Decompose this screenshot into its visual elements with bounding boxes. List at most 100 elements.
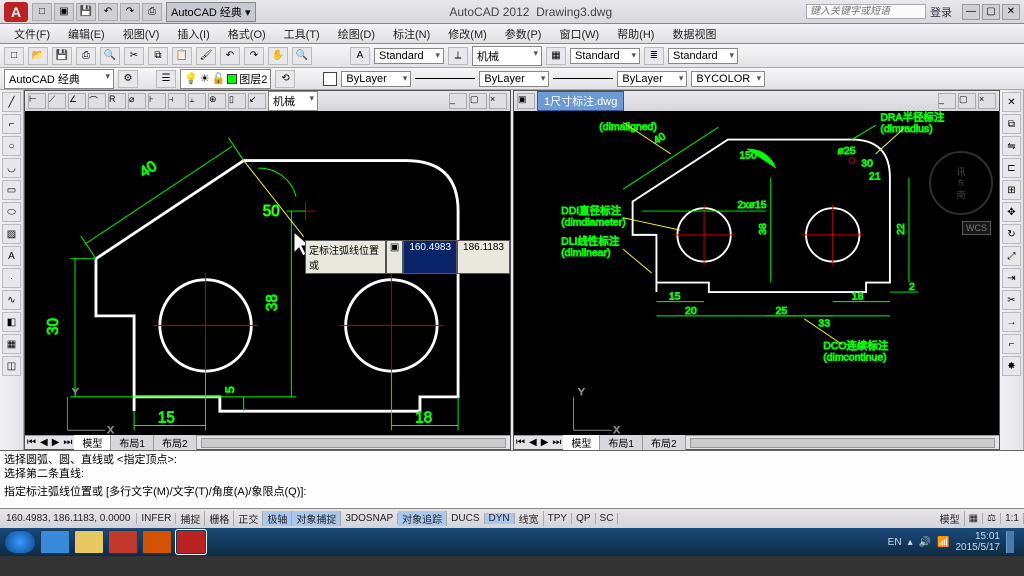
workspace-drop[interactable]: AutoCAD 经典 ▾ [166,2,256,22]
plot-icon[interactable]: ⎙ [76,47,96,65]
vp2-canvas[interactable]: (dimaligned) DRA半径标注 (dimradius) DDI直径标注… [514,111,999,435]
menu-dataview[interactable]: 数据视图 [664,24,724,44]
dimlin-icon[interactable]: ⊢ [28,93,46,109]
spline-icon[interactable]: ∿ [2,290,21,310]
start-button[interactable] [4,530,36,554]
mlstyle-icon[interactable]: ≣ [644,47,664,65]
vp2-tab-next-icon[interactable]: ▶ [539,437,551,448]
toggle-grid[interactable]: 栅格 [205,511,234,526]
leader-icon[interactable]: ↙ [248,93,266,109]
qat-redo-icon[interactable]: ↷ [120,3,140,21]
new-icon[interactable]: □ [4,47,24,65]
dimstyle-icon[interactable]: ⟂ [448,47,468,65]
qat-open-icon[interactable]: ▣ [54,3,74,21]
table-icon[interactable]: ▦ [2,334,21,354]
layer-prev-icon[interactable]: ⟲ [275,70,295,88]
toggle-sc[interactable]: SC [596,513,619,524]
cut-icon[interactable]: ✂ [124,47,144,65]
vp1-dimstyle[interactable]: 机械 [268,91,318,111]
qat-print-icon[interactable]: ⎙ [142,3,162,21]
task-ie-icon[interactable] [40,530,70,554]
fillet-icon[interactable]: ⌐ [1002,334,1021,354]
workspace-select[interactable]: AutoCAD 经典 [4,69,114,89]
task-app1-icon[interactable] [142,530,172,554]
vp2-tab-prev-icon[interactable]: ◀ [527,437,539,448]
vp2-tab-model[interactable]: 模型 [563,435,600,450]
block-icon[interactable]: ◫ [2,356,21,376]
viewcube-widget[interactable]: 讯东南 [929,151,993,215]
stretch-icon[interactable]: ⇥ [1002,268,1021,288]
status-scale-icon[interactable]: 1:1 [1001,513,1024,524]
vp2-close-icon[interactable]: × [978,93,996,109]
vp1-tab-last-icon[interactable]: ⏭ [61,437,74,448]
dimdia-icon[interactable]: ⌀ [128,93,146,109]
dimcont-icon[interactable]: ⫠ [188,93,206,109]
offset-icon[interactable]: ⊏ [1002,158,1021,178]
vp2-tab-layout2[interactable]: 布局2 [643,435,686,450]
tray-lang[interactable]: EN [888,537,902,548]
hatch-icon[interactable]: ▨ [2,224,21,244]
maximize-icon[interactable]: ▢ [982,4,1000,20]
task-autocad-icon[interactable] [176,530,206,554]
clock-time[interactable]: 15:01 [975,531,1000,542]
qat-new-icon[interactable]: □ [32,3,52,21]
dimstyle-drop[interactable]: 机械 [472,46,542,66]
pline-icon[interactable]: ⌐ [2,114,21,134]
dimalign-icon[interactable]: ⟋ [48,93,66,109]
erase-icon[interactable]: ✕ [1002,92,1021,112]
toggle-dyn[interactable]: DYN [485,513,515,524]
menu-tools[interactable]: 工具(T) [276,24,328,44]
dyn-value-1[interactable]: 160.4983 [403,240,457,274]
extend-icon[interactable]: → [1002,312,1021,332]
toggle-tpy[interactable]: TPY [544,513,572,524]
vp2-tab-layout1[interactable]: 布局1 [600,435,643,450]
dimrad-icon[interactable]: R [108,93,126,109]
toggle-infer[interactable]: INFER [137,513,176,524]
mlstyle-drop[interactable]: Standard [668,48,738,64]
match-icon[interactable]: 🖌 [196,47,216,65]
mirror-icon[interactable]: ⇋ [1002,136,1021,156]
array-icon[interactable]: ⊞ [1002,180,1021,200]
dimord-icon[interactable]: ⊦ [148,93,166,109]
vp1-hscroll[interactable] [201,438,506,448]
vp1-canvas[interactable]: 40 30 15 18 38 5 [25,111,510,435]
textstyle-drop[interactable]: Standard [374,48,444,64]
vp1-tab-first-icon[interactable]: ⏮ [25,437,38,448]
tray-flag-icon[interactable]: ▴ [908,537,913,548]
menu-draw[interactable]: 绘图(D) [330,24,383,44]
toggle-ortho[interactable]: 正交 [234,511,263,526]
paste-icon[interactable]: 📋 [172,47,192,65]
point-icon[interactable]: · [2,268,21,288]
tablestyle-drop[interactable]: Standard [570,48,640,64]
toggle-qp[interactable]: QP [572,513,595,524]
copy-icon[interactable]: ⧉ [148,47,168,65]
vp1-tab-model[interactable]: 模型 [74,435,111,450]
vp1-max-icon[interactable]: ▢ [469,93,487,109]
dimcen-icon[interactable]: ⊕ [208,93,226,109]
open-icon[interactable]: 📂 [28,47,48,65]
plotstyle-drop[interactable]: BYCOLOR [691,71,765,87]
layer-state-drop[interactable]: 💡 ☀ 🔓 图层2 [180,69,271,89]
app-logo[interactable]: A [4,2,28,22]
help-search-input[interactable] [806,4,926,19]
vp1-tab-layout2[interactable]: 布局2 [154,435,197,450]
qat-undo-icon[interactable]: ↶ [98,3,118,21]
tray-net-icon[interactable]: 📶 [937,537,949,548]
circle-icon[interactable]: ○ [2,136,21,156]
color-drop[interactable]: ByLayer [341,71,411,87]
menu-edit[interactable]: 编辑(E) [60,24,113,44]
text-icon[interactable]: A [2,246,21,266]
vp2-hscroll[interactable] [690,438,995,448]
menu-modify[interactable]: 修改(M) [440,24,495,44]
arc-icon[interactable]: ◡ [2,158,21,178]
status-anno-icon[interactable]: ⚖ [983,513,1001,524]
vp1-tab-prev-icon[interactable]: ◀ [38,437,50,448]
explode-icon[interactable]: ✸ [1002,356,1021,376]
task-explorer-icon[interactable] [74,530,104,554]
preview-icon[interactable]: 🔍 [100,47,120,65]
minimize-icon[interactable]: — [962,4,980,20]
save-icon[interactable]: 💾 [52,47,72,65]
tablestyle-icon[interactable]: ▦ [546,47,566,65]
show-desktop[interactable] [1006,531,1014,553]
login-link[interactable]: 登录 [930,4,952,20]
